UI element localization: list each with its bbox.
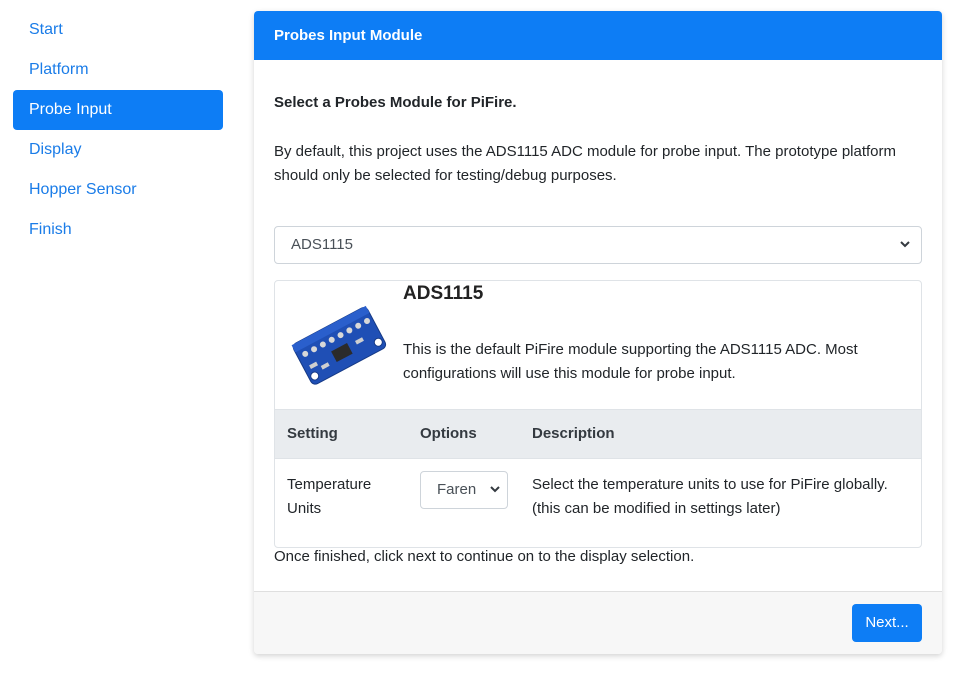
setting-name: Temperature Units [287, 476, 372, 517]
sidebar-item-hopper-sensor[interactable]: Hopper Sensor [13, 170, 223, 210]
lead-title: Select a Probes Module for PiFire. [274, 94, 517, 111]
probe-module-select-value: ADS1115 [291, 236, 353, 253]
temperature-units-select[interactable]: Faren [420, 471, 508, 509]
intro-text: By default, this project uses the ADS111… [274, 143, 897, 184]
table-row: Temperature Units Faren Select the tempe… [275, 459, 921, 547]
sidebar-item-start[interactable]: Start [13, 10, 223, 50]
probe-module-select[interactable]: ADS1115 [274, 226, 922, 264]
card-footer: Next... [254, 591, 942, 654]
chevron-down-icon [899, 227, 911, 277]
sidebar-item-platform[interactable]: Platform [13, 50, 223, 90]
finish-instructions: Once finished, click next to continue on… [274, 548, 695, 565]
module-title: ADS1115 [403, 283, 484, 304]
sidebar-item-display[interactable]: Display [13, 130, 223, 170]
next-button[interactable]: Next... [852, 604, 922, 642]
sidebar-item-probe-input[interactable]: Probe Input [13, 90, 223, 130]
probes-input-card: Probes Input Module Select a Probes Modu… [254, 11, 942, 654]
temperature-units-value: Faren [437, 481, 477, 498]
settings-table-header: Setting Options Description [275, 409, 921, 459]
card-header-title: Probes Input Module [254, 11, 942, 60]
ads1115-board-image [289, 297, 389, 393]
module-info-box: ADS1115 This is the default PiFire modul… [274, 280, 922, 548]
module-description: This is the default PiFire module suppor… [403, 341, 858, 382]
wizard-sidebar: Start Platform Probe Input Display Hoppe… [13, 10, 223, 250]
card-body: Select a Probes Module for PiFire. By de… [254, 60, 942, 591]
column-header-setting: Setting [287, 425, 338, 442]
column-header-options: Options [420, 425, 477, 442]
chevron-down-icon [489, 472, 501, 522]
column-header-description: Description [532, 425, 615, 442]
setting-description: Select the temperature units to use for … [532, 476, 888, 517]
sidebar-item-finish[interactable]: Finish [13, 210, 223, 250]
